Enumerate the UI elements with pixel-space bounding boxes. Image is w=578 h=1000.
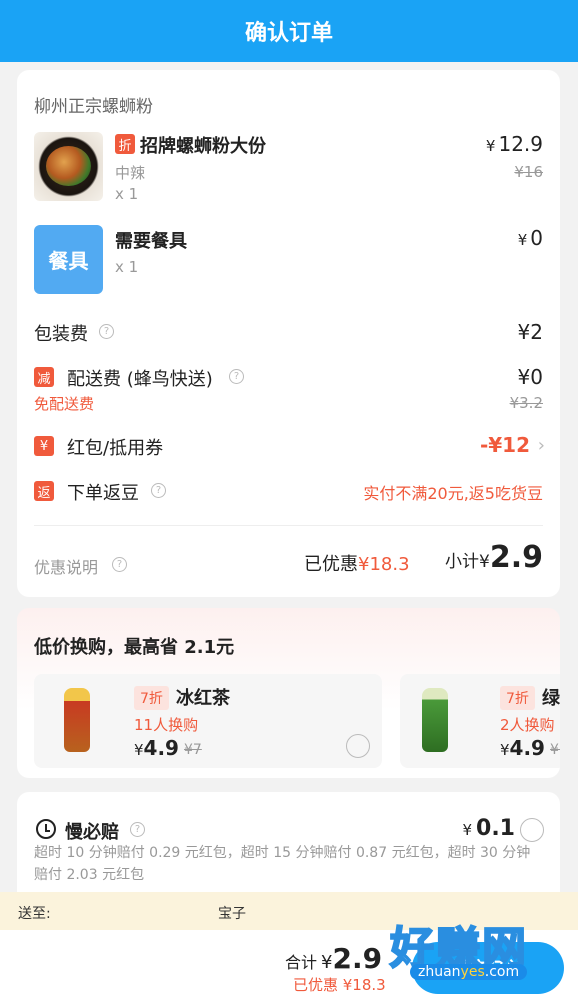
delivery-original-price: ¥3.2 [509,394,543,412]
packing-fee-value: ¥2 [517,320,543,344]
exchange-original-price: ¥7 [184,742,202,758]
exchange-discount-tag: 7折 [134,686,169,710]
help-icon[interactable]: ? [229,369,244,384]
subtotal: 小计¥2.9 [445,540,543,575]
exchange-item-name: 冰红茶 [176,688,230,709]
exchange-price: ¥4.9 [500,736,545,760]
food-thumbnail [34,132,103,201]
item-name: 需要餐具 [115,231,187,252]
exchange-item[interactable]: 7折 绿茶 2人换购 ¥4.9 ¥7 [400,674,560,768]
exchange-price: ¥4.9 [134,736,179,760]
item-spec: 中辣 [115,164,146,182]
exchange-card: 低价换购，最高省 2.1元 7折 冰红茶 11人换购 ¥4.9 ¥7 7折 绿茶… [17,608,560,778]
rebate-badge: 返 [34,481,54,501]
radio-icon[interactable] [346,734,370,758]
item-qty: x 1 [115,185,139,203]
shop-name[interactable]: 柳州正宗螺蛳粉 [34,92,153,117]
packing-fee-label: 包装费 [34,324,88,345]
item-price: ¥12.9 [485,132,543,156]
exchange-swap-count: 11人换购 [134,716,199,734]
promo-explanation-label[interactable]: 优惠说明 [34,554,98,578]
divider [34,525,543,526]
discount-tag: 折 [115,134,135,154]
recipient-name: 宝子 [218,906,246,922]
chevron-right-icon[interactable]: › [538,435,545,456]
free-delivery-note: 免配送费 [34,395,95,413]
item-original-price: ¥16 [514,163,543,181]
coupon-value[interactable]: -¥12 [480,433,530,457]
slow-compensation-title: 慢必赔 [65,822,119,843]
page-title: 确认订单 [244,21,333,46]
exchange-title: 低价换购，最高省 2.1元 [34,637,235,658]
green-tea-image [422,688,448,752]
exchange-swap-count: 2人换购 [500,716,555,734]
saved-amount: 已优惠¥18.3 [304,554,410,575]
iced-tea-image [64,688,90,752]
exchange-item-name: 绿茶 [542,688,560,709]
exchange-original-price: ¥7 [550,742,560,758]
rebate-label: 下单返豆 [67,483,139,504]
order-card: 柳州正宗螺蛳粉 折 招牌螺蛳粉大份 中辣 x 1 ¥12.9 ¥16 餐具 需要… [17,70,560,597]
delivery-fee-value: ¥0 [517,365,543,389]
help-icon[interactable]: ? [130,822,145,837]
rebate-note: 实付不满20元,返5吃货豆 [363,484,543,503]
exchange-item[interactable]: 7折 冰红茶 11人换购 ¥4.9 ¥7 [34,674,382,768]
slow-compensation-description: 超时 10 分钟赔付 0.29 元红包，超时 15 分钟赔付 0.87 元红包，… [34,845,531,883]
delivery-fee-label: 配送费 (蜂鸟快送) [67,369,213,390]
exchange-discount-tag: 7折 [500,686,535,710]
reduce-badge: 减 [34,367,54,387]
help-icon[interactable]: ? [112,557,127,572]
help-icon[interactable]: ? [151,483,166,498]
tableware-thumbnail: 餐具 [34,225,103,294]
clock-icon [36,819,56,839]
watermark-logo: 好赚网 zhuanyes.com [360,908,565,998]
help-icon[interactable]: ? [99,324,114,339]
watermark-url: zhuanyes.com [410,964,528,980]
item-name: 招牌螺蛳粉大份 [140,136,266,157]
header-bar: 确认订单 [0,0,578,62]
coupon-badge: ¥ [34,436,54,456]
address-label: 送至: [18,906,51,922]
slow-compensation-price: ¥0.1 [462,816,515,841]
radio-icon[interactable] [520,818,544,842]
coupon-label[interactable]: 红包/抵用券 [67,434,163,460]
item-price: ¥0 [517,226,543,250]
item-qty: x 1 [115,258,139,276]
